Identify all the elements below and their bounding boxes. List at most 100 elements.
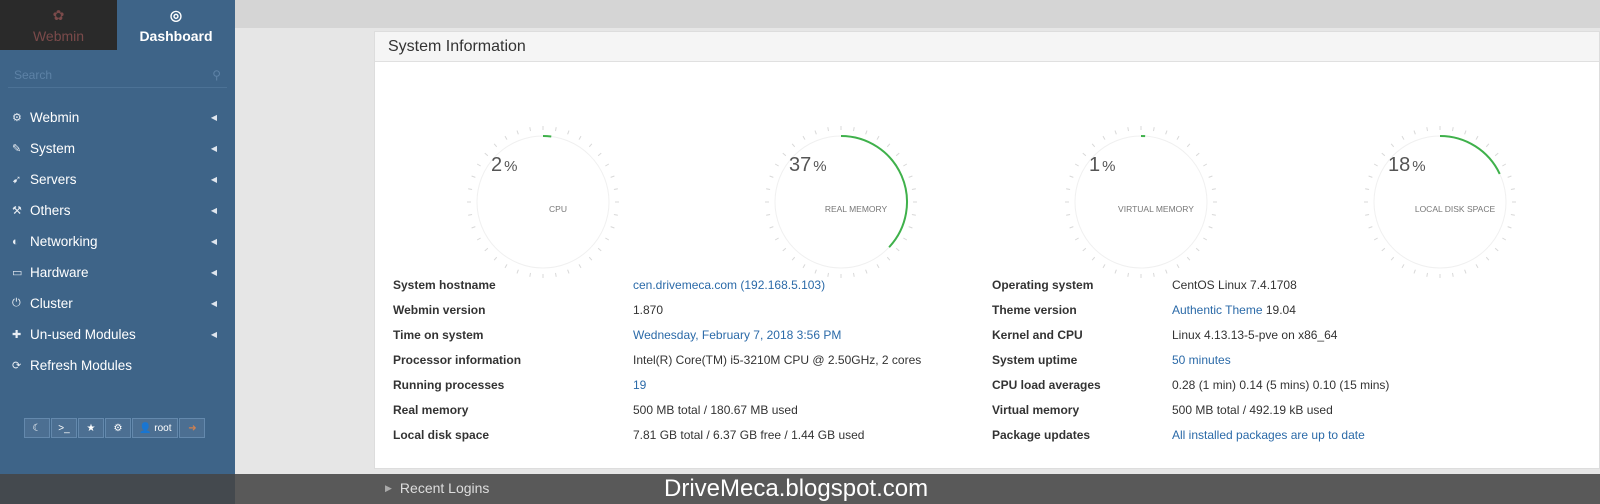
- gauge-tick: [886, 256, 891, 261]
- gauge-tick: [895, 247, 900, 252]
- info-label: System hostname: [393, 277, 496, 292]
- gear-icon: ⚙: [12, 112, 22, 124]
- sidebar-item-system[interactable]: ✎ System ◀: [0, 133, 235, 164]
- gauge-tick: [1195, 152, 1200, 157]
- info-row-value: CentOS Linux 7.4.1708: [1172, 272, 1297, 297]
- gauge-tick: [1368, 175, 1373, 178]
- gauge-tick: [1485, 143, 1490, 148]
- system-time-link[interactable]: Wednesday, February 7, 2018 3:56 PM: [633, 328, 841, 342]
- gauge-tick: [1494, 247, 1499, 252]
- gauge-tick: [476, 237, 481, 241]
- sidebar-item-webmin[interactable]: ⚙ Webmin ◀: [0, 102, 235, 133]
- gauge-tick: [605, 237, 610, 241]
- gauge-tick: [1426, 272, 1428, 277]
- sidebar-item-others[interactable]: ⚒ Others ◀: [0, 195, 235, 226]
- search-placeholder: Search: [14, 67, 53, 82]
- info-label: Processor information: [393, 352, 522, 367]
- gauge-tick: [468, 214, 473, 216]
- info-row-value: 50 minutes: [1172, 347, 1231, 372]
- gauge-tick: [1102, 264, 1106, 269]
- gauge-tick: [853, 127, 855, 132]
- settings-button[interactable]: ⚙: [105, 418, 131, 438]
- gauge-tick: [827, 127, 829, 132]
- night-mode-button[interactable]: ☾: [24, 418, 50, 438]
- sidebar-item-servers[interactable]: ➹ Servers ◀: [0, 164, 235, 195]
- user-button[interactable]: 👤 root: [132, 418, 179, 438]
- uptime-link[interactable]: 50 minutes: [1172, 353, 1231, 367]
- sidebar-item-networking[interactable]: ◐ Networking ◀: [0, 226, 235, 257]
- tab-dashboard[interactable]: ◎ Dashboard: [117, 0, 235, 50]
- info-row: Virtual memory: [992, 397, 1079, 422]
- gauge-value: 37%: [789, 154, 827, 176]
- virtual-memory-gauge: 1% VIRTUAL MEMORY: [1061, 122, 1221, 282]
- hostname-link[interactable]: cen.drivemeca.com (192.168.5.103): [633, 278, 825, 292]
- info-row: Time on system: [393, 322, 483, 347]
- gauge-tick: [769, 175, 774, 178]
- sidebar-item-cluster[interactable]: ⏻ Cluster ◀: [0, 288, 235, 319]
- caret-left-icon: ◀: [210, 113, 217, 122]
- gauge-tick: [1502, 163, 1507, 167]
- info-row-value: 1.870: [633, 297, 663, 322]
- info-row: Operating system: [992, 272, 1093, 297]
- gauge-tick: [1475, 135, 1479, 140]
- search-icon[interactable]: ⚲: [212, 68, 221, 82]
- caret-right-icon: ▶: [385, 482, 392, 493]
- gauge-tick: [578, 264, 582, 269]
- gauge-tick: [484, 247, 489, 252]
- gauge-tick: [1074, 237, 1079, 241]
- gauge-dial: [467, 126, 619, 278]
- info-row-value: cen.drivemeca.com (192.168.5.103): [633, 272, 825, 297]
- sidebar-item-refresh-modules[interactable]: ⟳ Refresh Modules: [0, 350, 235, 381]
- gauge-tick: [610, 175, 615, 178]
- gauge-label: LOCAL DISK SPACE: [1414, 204, 1496, 214]
- gauge-tick: [516, 130, 519, 135]
- sidebar-item-unused-modules[interactable]: ✚ Un-used Modules ◀: [0, 319, 235, 350]
- gauge-dial: [1364, 126, 1516, 278]
- gauge-tick: [1510, 188, 1515, 190]
- info-row: CPU load averages: [992, 372, 1101, 397]
- gauge-tick: [774, 163, 779, 167]
- sidebar-item-hardware[interactable]: ▭ Hardware ◀: [0, 257, 235, 288]
- terminal-button[interactable]: >_: [51, 418, 77, 438]
- search-input[interactable]: Search ⚲: [8, 62, 227, 88]
- info-row-value: Authentic Theme 19.04: [1172, 297, 1296, 322]
- user-name: root: [154, 422, 172, 434]
- gauge-arc: [1439, 135, 1501, 175]
- gauge-tick: [1413, 130, 1416, 135]
- sidebar-menu: ⚙ Webmin ◀ ✎ System ◀ ➹ Servers ◀ ⚒ Othe…: [0, 102, 235, 381]
- sidebar-item-label: Servers: [30, 172, 77, 187]
- gauge-tick: [504, 135, 508, 140]
- info-label: Running processes: [393, 377, 505, 392]
- theme-version: 19.04: [1265, 302, 1296, 317]
- favorites-button[interactable]: ★: [78, 418, 104, 438]
- gauge-tick: [1082, 152, 1087, 157]
- package-updates-link[interactable]: All installed packages are up to date: [1172, 428, 1365, 442]
- gauge-tick: [1127, 127, 1129, 132]
- gauge-tick: [605, 163, 610, 167]
- gauge-tick: [903, 237, 908, 241]
- caret-left-icon: ◀: [210, 299, 217, 308]
- gauge-tick: [1114, 269, 1117, 274]
- gauge-tick: [1452, 272, 1454, 277]
- gauge-label: REAL MEMORY: [824, 204, 888, 214]
- gauge-tick: [1381, 247, 1386, 252]
- gauge-tick: [911, 214, 916, 216]
- info-value: 7.81 GB total / 6.37 GB free / 1.44 GB u…: [633, 427, 865, 442]
- gauge-tick: [1211, 214, 1216, 216]
- info-row: Processor information: [393, 347, 521, 372]
- recent-logins-toggle[interactable]: ▶ Recent Logins: [385, 480, 489, 496]
- gauge-tick: [802, 135, 806, 140]
- logout-button[interactable]: ➜: [179, 418, 206, 438]
- running-processes-link[interactable]: 19: [633, 378, 646, 392]
- gauge-tick: [1485, 256, 1490, 261]
- gauge-value: 2%: [491, 154, 518, 176]
- gauge-tick: [476, 163, 481, 167]
- theme-link[interactable]: Authentic Theme: [1172, 303, 1263, 317]
- tab-webmin[interactable]: ✿ Webmin: [0, 0, 117, 50]
- tab-dashboard-label: Dashboard: [139, 27, 213, 44]
- info-row-value: 0.28 (1 min) 0.14 (5 mins) 0.10 (15 mins…: [1172, 372, 1389, 397]
- gauge-tick: [1365, 214, 1370, 216]
- info-row: Real memory: [393, 397, 468, 422]
- gauge-tick: [1176, 264, 1180, 269]
- top-bar: [235, 0, 1600, 28]
